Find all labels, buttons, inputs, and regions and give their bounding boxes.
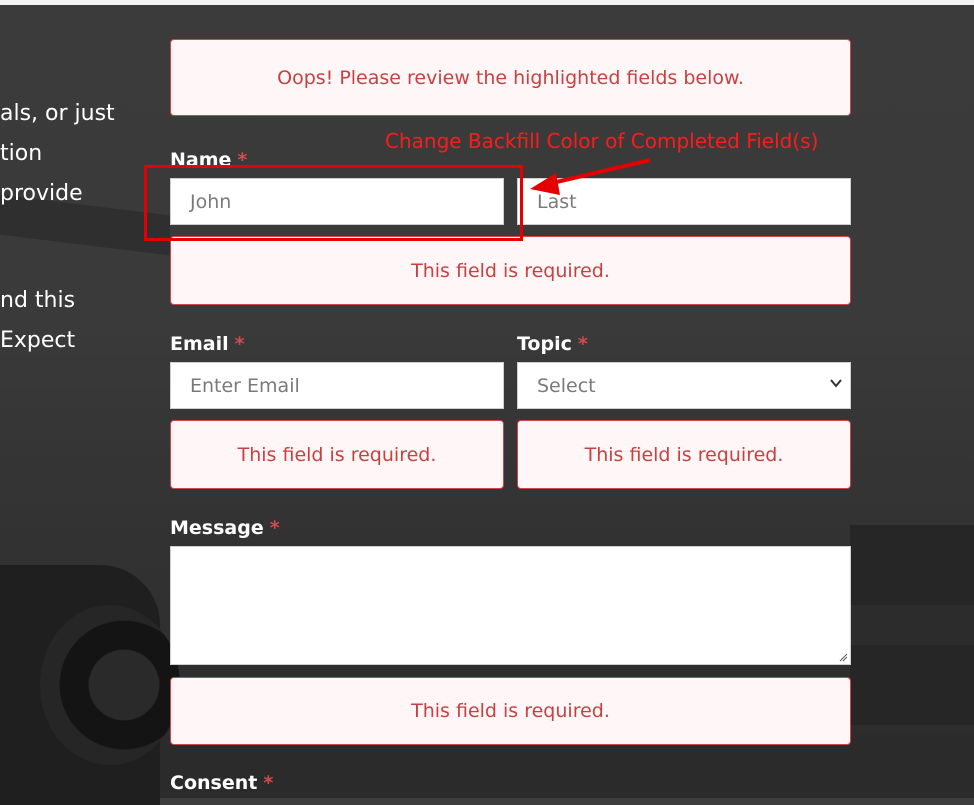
side-text-line-3: provide (0, 181, 83, 206)
topic-select[interactable]: Select (517, 362, 851, 409)
email-label: Email * (170, 333, 245, 355)
consent-label-text: Consent (170, 772, 258, 794)
side-text-line-1: als, or just (0, 101, 115, 126)
message-label-text: Message (170, 517, 264, 539)
email-error: This field is required. (170, 420, 504, 489)
aircraft-engine-shape (40, 605, 180, 765)
side-text-line-4: nd this (0, 288, 76, 313)
error-summary-text: Oops! Please review the highlighted fiel… (277, 66, 744, 89)
annotation-text: Change Backfill Color of Completed Field… (385, 129, 819, 153)
consent-label: Consent * (170, 772, 273, 794)
required-marker: * (269, 517, 280, 539)
last-name-placeholder: Last (537, 190, 577, 213)
required-marker: * (577, 333, 588, 355)
error-summary: Oops! Please review the highlighted fiel… (170, 39, 851, 116)
required-marker: * (234, 333, 245, 355)
resize-grip-icon[interactable] (838, 652, 848, 662)
topic-selected-value: Select (537, 374, 596, 397)
aircraft-wing-shape-right (850, 605, 974, 645)
message-textarea[interactable] (170, 546, 851, 665)
message-error: This field is required. (170, 677, 851, 745)
name-error: This field is required. (170, 236, 851, 305)
last-name-input[interactable]: Last (517, 178, 851, 225)
topic-label-text: Topic (517, 333, 572, 355)
annotation-highlight-box (144, 165, 523, 241)
email-label-text: Email (170, 333, 229, 355)
message-label: Message * (170, 517, 280, 539)
email-placeholder: Enter Email (190, 374, 300, 397)
email-error-text: This field is required. (237, 443, 437, 466)
email-input[interactable]: Enter Email (170, 362, 504, 409)
topic-error: This field is required. (517, 420, 851, 489)
topic-label: Topic * (517, 333, 588, 355)
side-text-line-5: Expect (0, 328, 76, 353)
message-error-text: This field is required. (411, 700, 610, 722)
name-error-text: This field is required. (411, 259, 610, 282)
side-text-line-2: tion (0, 141, 43, 166)
chevron-down-icon (830, 379, 842, 388)
required-marker: * (263, 772, 274, 794)
topic-error-text: This field is required. (584, 443, 784, 466)
